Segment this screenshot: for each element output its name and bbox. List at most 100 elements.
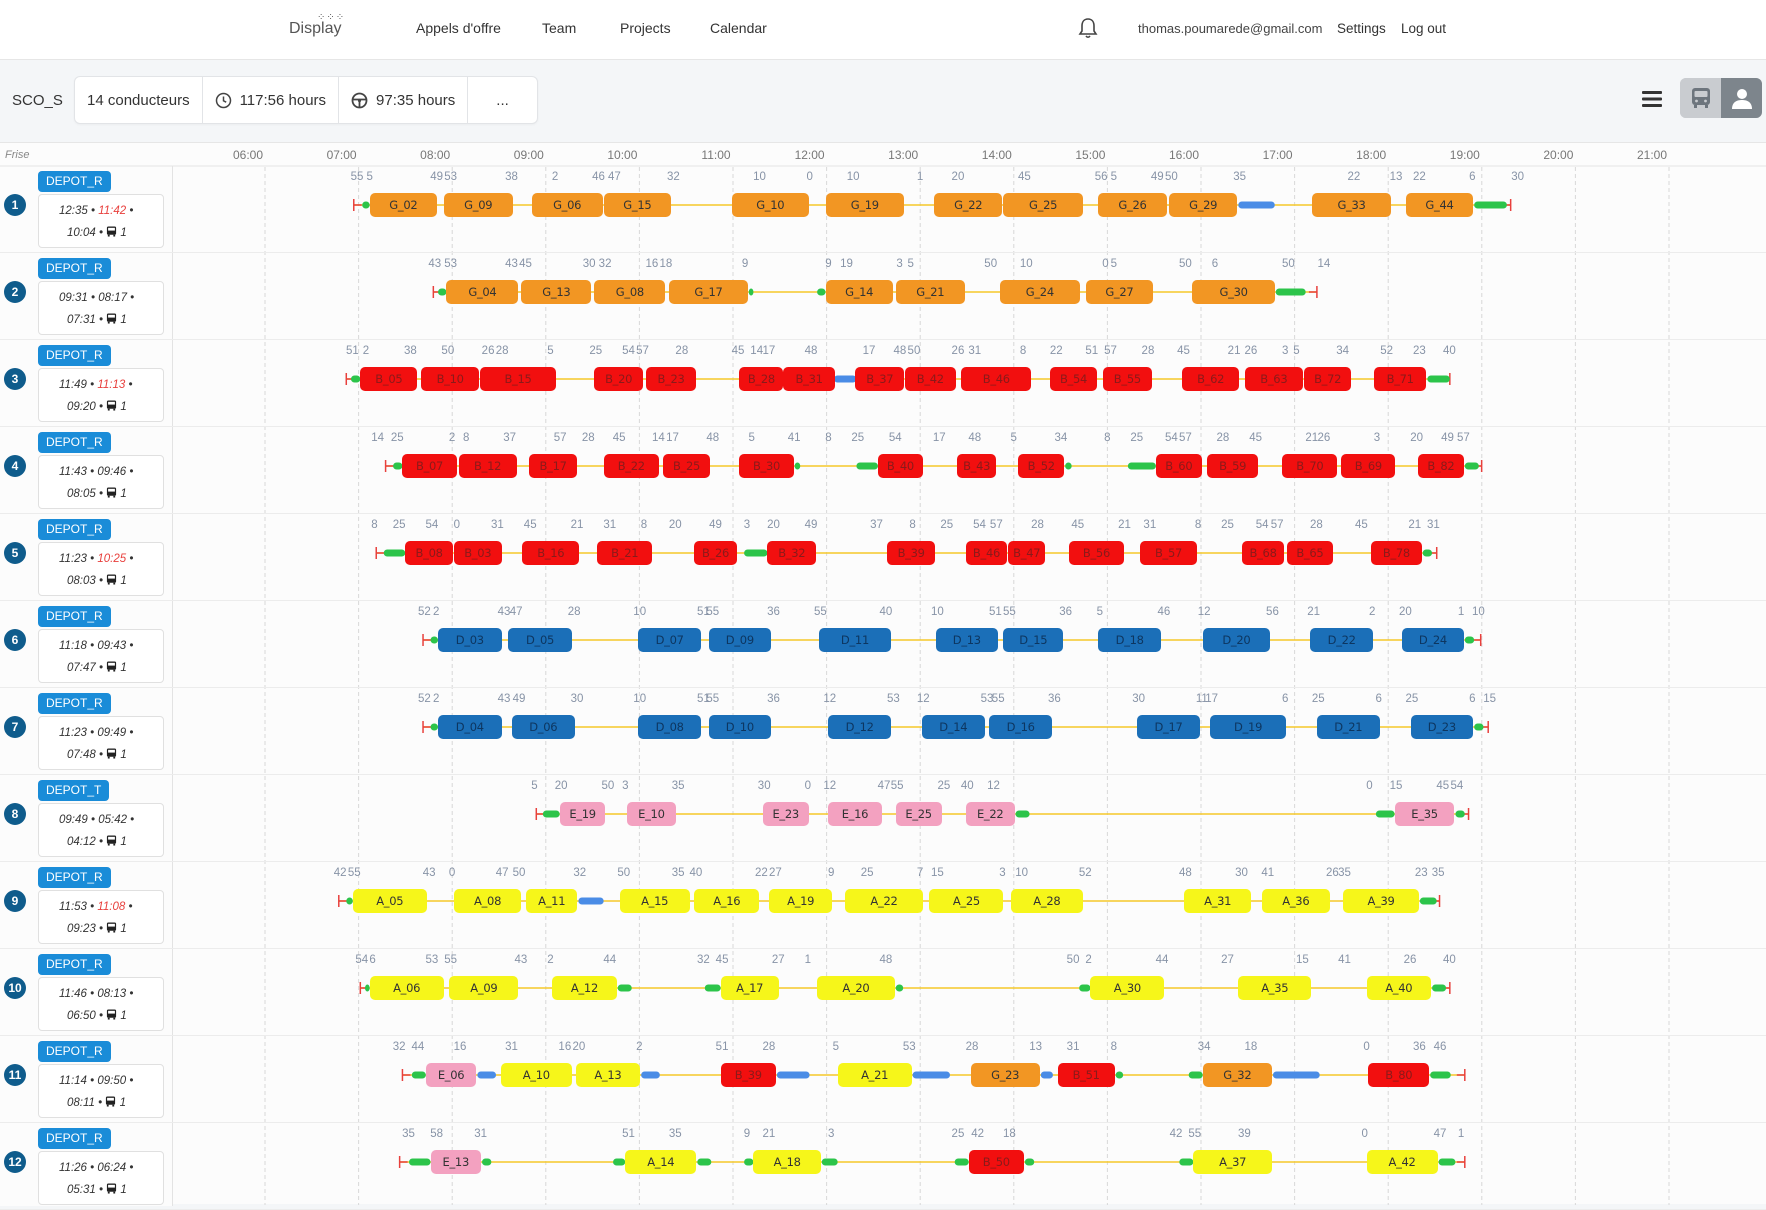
trip-block[interactable]: B_28	[739, 367, 784, 391]
trip-block[interactable]: B_26	[694, 541, 737, 565]
trip-block[interactable]: B_47	[1008, 541, 1046, 565]
trip-block[interactable]: B_69	[1341, 454, 1396, 478]
trip-block[interactable]: G_17	[669, 280, 748, 304]
trip-block[interactable]: A_05	[352, 889, 427, 913]
trip-block[interactable]: D_19	[1210, 715, 1286, 739]
trip-block[interactable]: A_13	[575, 1063, 641, 1087]
trip-block[interactable]: G_02	[369, 193, 437, 217]
trip-block[interactable]: B_10	[421, 367, 480, 391]
hamburger-menu-icon[interactable]	[1641, 88, 1663, 110]
depot-badge[interactable]: DEPOT_R	[38, 606, 111, 627]
trip-block[interactable]: D_24	[1402, 628, 1464, 652]
trip-block[interactable]: B_31	[783, 367, 835, 391]
driver-summary-card[interactable]: 09:49 • 05:42 • 04:12 • 1	[38, 803, 164, 857]
trip-block[interactable]: E_13	[430, 1150, 481, 1174]
driver-summary-card[interactable]: 11:49 • 11:13 • 09:20 • 1	[38, 368, 164, 422]
depot-badge[interactable]: DEPOT_R	[38, 1128, 111, 1149]
trip-block[interactable]: B_57	[1140, 541, 1198, 565]
trip-block[interactable]: B_30	[739, 454, 794, 478]
driver-summary-card[interactable]: 11:14 • 09:50 • 08:11 • 1	[38, 1064, 164, 1118]
trip-block[interactable]: B_22	[603, 454, 659, 478]
trip-block[interactable]: E_10	[627, 802, 676, 826]
trip-block[interactable]: D_09	[708, 628, 772, 652]
trip-block[interactable]: B_42	[905, 367, 956, 391]
depot-badge[interactable]: DEPOT_R	[38, 345, 111, 366]
trip-block[interactable]: B_40	[877, 454, 923, 478]
trip-block[interactable]: G_29	[1169, 193, 1238, 217]
trip-block[interactable]: D_20	[1202, 628, 1271, 652]
trip-block[interactable]: B_21	[597, 541, 653, 565]
trip-block[interactable]: B_80	[1368, 1063, 1430, 1087]
trip-block[interactable]: G_08	[594, 280, 666, 304]
trip-block[interactable]: G_15	[603, 193, 671, 217]
bus-view-button[interactable]	[1680, 78, 1721, 118]
trip-block[interactable]: B_03	[453, 541, 502, 565]
trip-block[interactable]: D_11	[818, 628, 891, 652]
trip-block[interactable]: A_25	[929, 889, 1004, 913]
depot-badge[interactable]: DEPOT_T	[38, 780, 110, 801]
trip-block[interactable]: B_20	[594, 367, 643, 391]
trip-block[interactable]: D_04	[438, 715, 502, 739]
trip-block[interactable]: A_19	[769, 889, 832, 913]
trip-block[interactable]: A_10	[500, 1063, 572, 1087]
trip-block[interactable]: B_16	[522, 541, 580, 565]
nav-link-appels-offre[interactable]: Appels d'offre	[416, 20, 501, 36]
trip-block[interactable]: B_39	[887, 541, 935, 565]
trip-block[interactable]: B_78	[1371, 541, 1422, 565]
trip-block[interactable]: D_22	[1310, 628, 1373, 652]
trip-block[interactable]: D_08	[638, 715, 701, 739]
trip-block[interactable]: B_39	[720, 1063, 776, 1087]
trip-block[interactable]: B_05	[360, 367, 418, 391]
trip-block[interactable]: E_06	[425, 1063, 477, 1087]
depot-badge[interactable]: DEPOT_R	[38, 258, 111, 279]
trip-block[interactable]: B_50	[968, 1150, 1024, 1174]
depot-badge[interactable]: DEPOT_R	[38, 432, 111, 453]
trip-block[interactable]: G_22	[934, 193, 1003, 217]
trip-block[interactable]: A_31	[1184, 889, 1252, 913]
trip-block[interactable]: G_13	[521, 280, 592, 304]
driver-summary-card[interactable]: 11:23 • 10:25 • 08:03 • 1	[38, 542, 164, 596]
trip-block[interactable]: G_23	[970, 1063, 1040, 1087]
trip-block[interactable]: G_10	[731, 193, 809, 217]
trip-block[interactable]: B_56	[1068, 541, 1125, 565]
trip-block[interactable]: B_15	[480, 367, 556, 391]
driver-summary-card[interactable]: 11:46 • 08:13 • 06:50 • 1	[38, 977, 164, 1031]
trip-block[interactable]: A_20	[817, 976, 895, 1000]
trip-block[interactable]: A_08	[453, 889, 522, 913]
trip-block[interactable]: E_25	[895, 802, 942, 826]
trip-block[interactable]: A_16	[694, 889, 759, 913]
trip-block[interactable]: G_44	[1405, 193, 1474, 217]
trip-block[interactable]: A_39	[1343, 889, 1419, 913]
trip-block[interactable]: E_35	[1394, 802, 1455, 826]
depot-badge[interactable]: DEPOT_R	[38, 1041, 111, 1062]
trip-block[interactable]: B_70	[1282, 454, 1338, 478]
trip-block[interactable]: B_63	[1244, 367, 1303, 391]
trip-block[interactable]: D_15	[1003, 628, 1064, 652]
trip-block[interactable]: A_09	[449, 976, 519, 1000]
trip-block[interactable]: G_19	[825, 193, 905, 217]
trip-block[interactable]: A_22	[845, 889, 923, 913]
trip-block[interactable]: D_03	[438, 628, 502, 652]
depot-badge[interactable]: DEPOT_R	[38, 867, 111, 888]
trip-block[interactable]: D_17	[1137, 715, 1200, 739]
trip-block[interactable]: B_54	[1050, 367, 1097, 391]
trip-block[interactable]: G_33	[1312, 193, 1391, 217]
trip-block[interactable]: D_21	[1316, 715, 1380, 739]
trip-block[interactable]: A_18	[753, 1150, 821, 1174]
trip-block[interactable]: B_52	[1018, 454, 1065, 478]
trip-block[interactable]: D_05	[508, 628, 572, 652]
trip-block[interactable]: B_62	[1182, 367, 1240, 391]
trip-block[interactable]: B_60	[1155, 454, 1202, 478]
depot-badge[interactable]: DEPOT_R	[38, 954, 111, 975]
trip-block[interactable]: B_46	[965, 541, 1008, 565]
trip-block[interactable]: B_59	[1207, 454, 1258, 478]
trip-block[interactable]: D_14	[921, 715, 985, 739]
trip-block[interactable]: B_51	[1057, 1063, 1115, 1087]
trip-block[interactable]: G_24	[999, 280, 1081, 304]
trip-block[interactable]: A_42	[1366, 1150, 1438, 1174]
trip-block[interactable]: B_17	[528, 454, 578, 478]
driver-summary-card[interactable]: 11:53 • 11:08 • 09:23 • 1	[38, 890, 164, 944]
trip-block[interactable]: D_12	[828, 715, 891, 739]
trip-block[interactable]: A_40	[1366, 976, 1432, 1000]
more-stats-button[interactable]: ...	[468, 77, 537, 123]
